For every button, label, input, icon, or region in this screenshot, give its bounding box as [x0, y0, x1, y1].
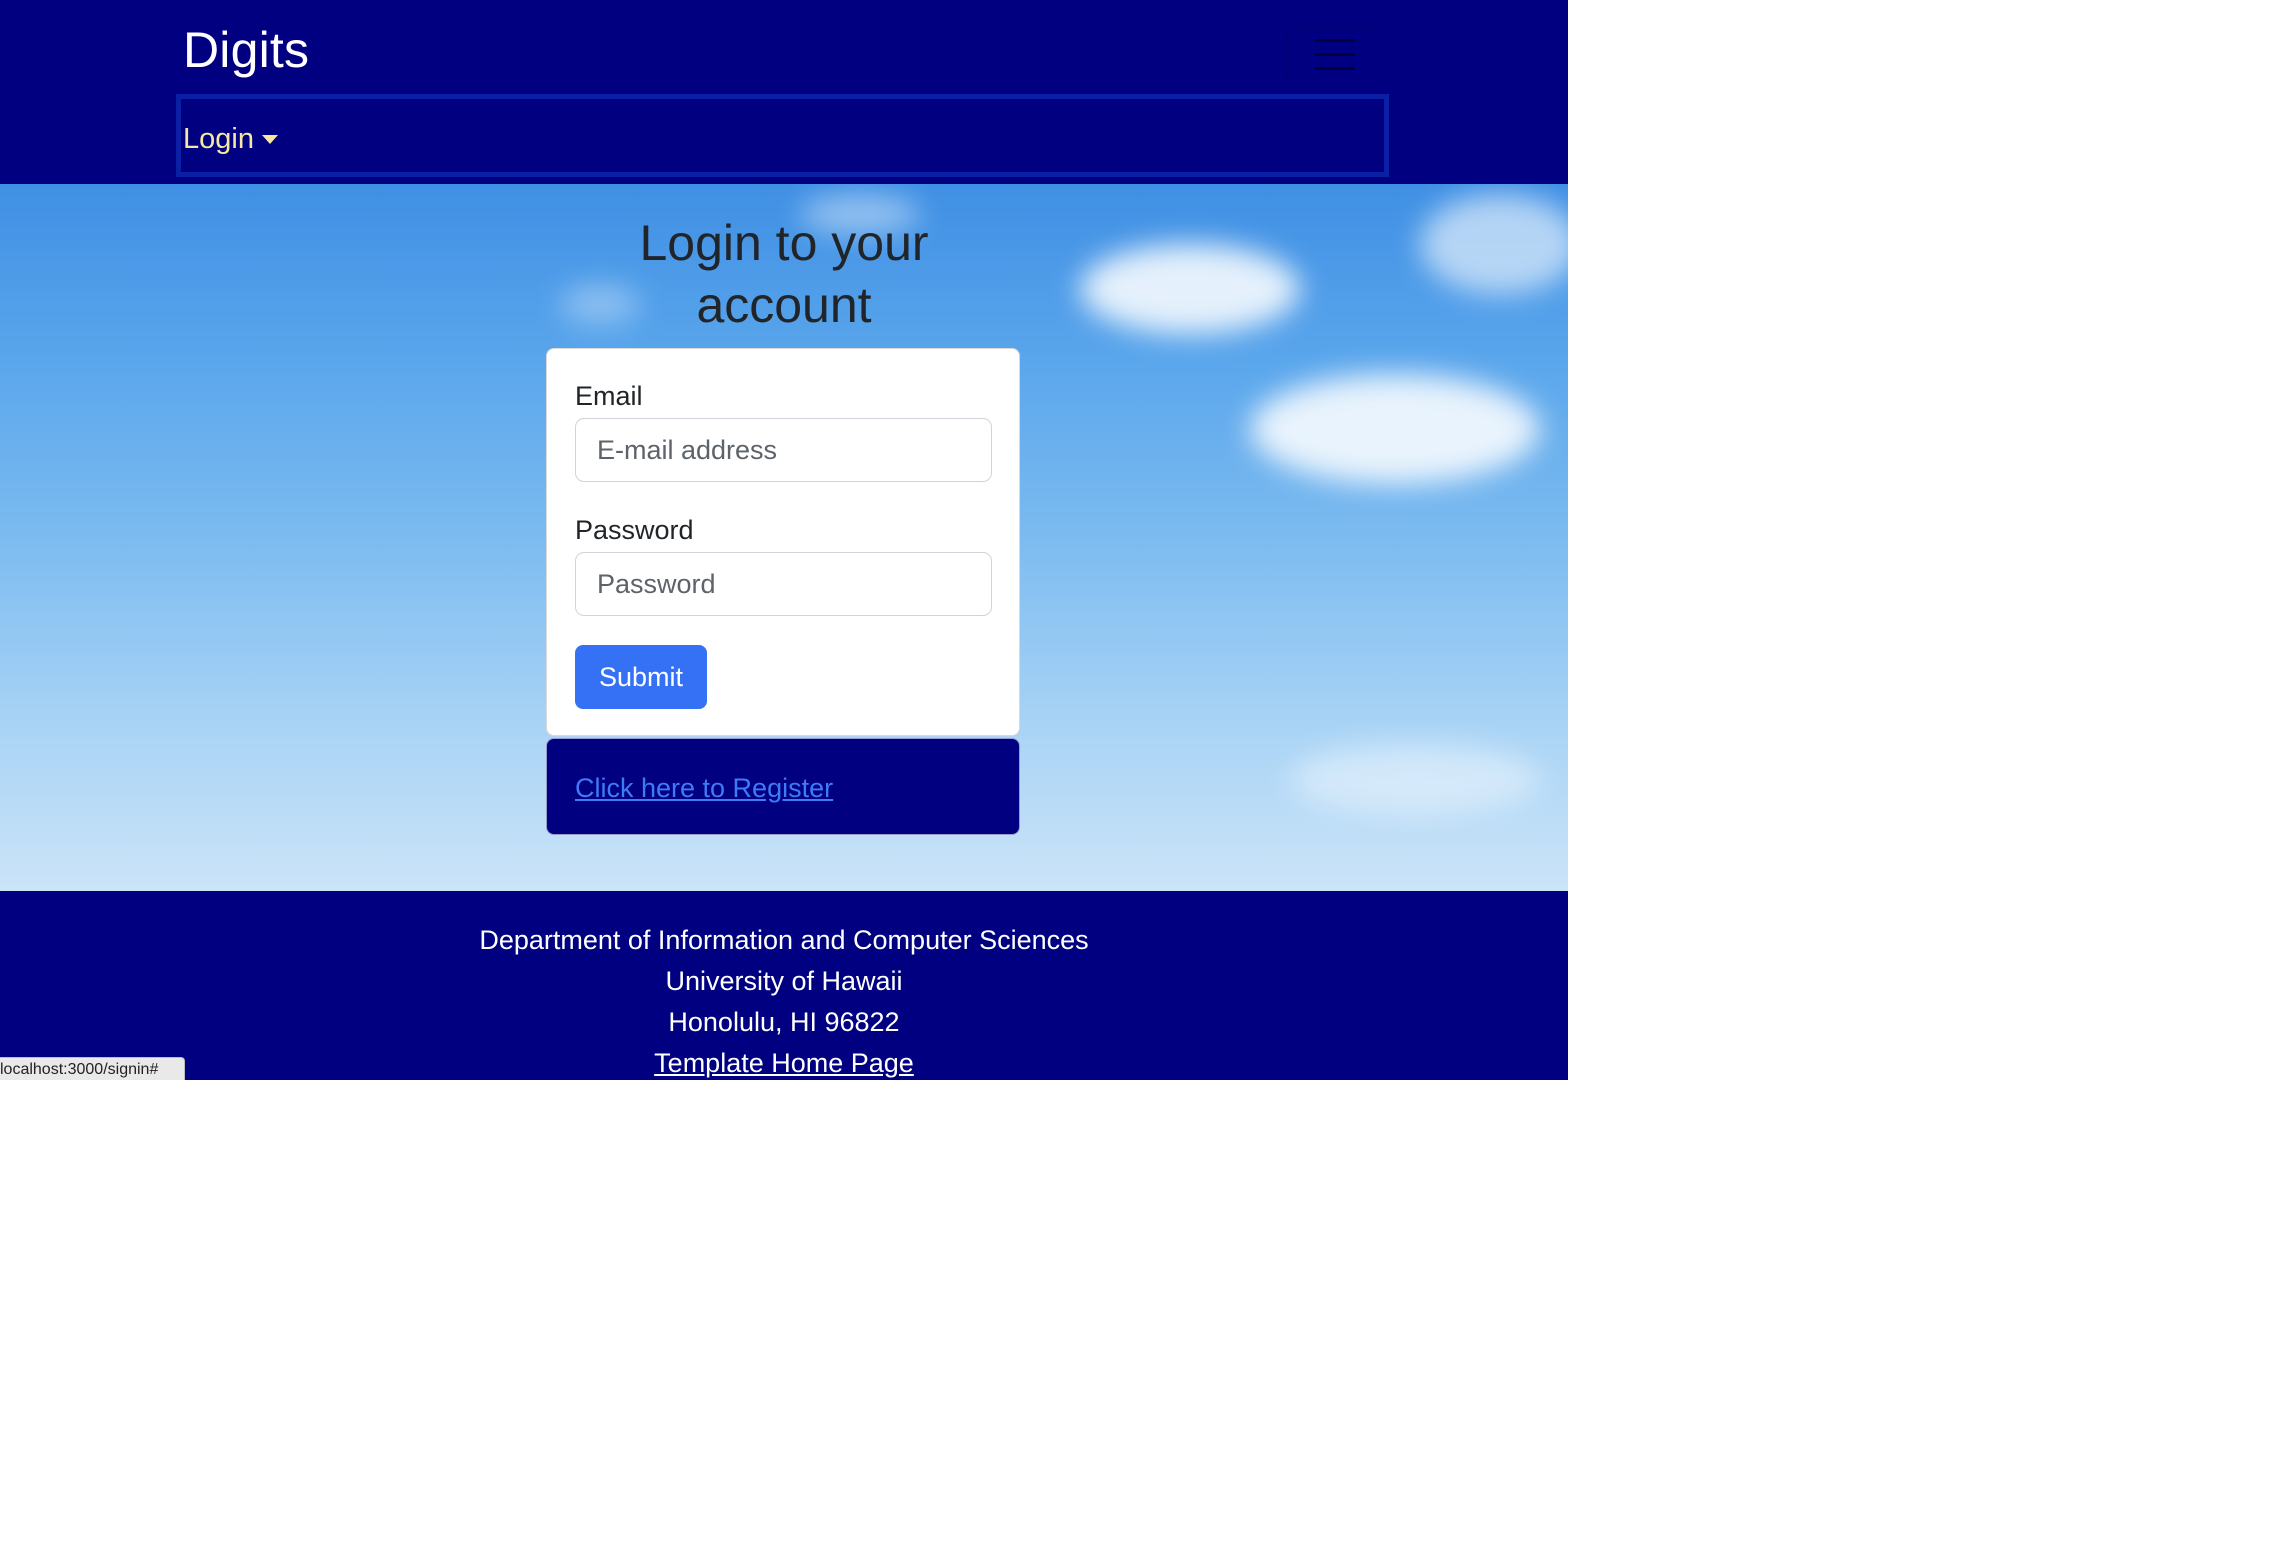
- browser-status-bar: localhost:3000/signin#: [0, 1057, 185, 1080]
- navbar: Digits Login: [0, 0, 1568, 184]
- hamburger-icon-bar: [1315, 67, 1355, 70]
- hamburger-icon-bar: [1315, 39, 1355, 42]
- register-message: Click here to Register: [546, 738, 1020, 835]
- password-label: Password: [575, 515, 694, 545]
- register-link[interactable]: Click here to Register: [575, 771, 833, 805]
- submit-button[interactable]: Submit: [575, 645, 707, 709]
- login-dropdown[interactable]: Login: [183, 119, 278, 159]
- caret-down-icon: [261, 134, 278, 144]
- navbar-toggler-button[interactable]: [1286, 26, 1382, 82]
- login-dropdown-label: Login: [183, 123, 254, 155]
- password-input[interactable]: [575, 552, 992, 616]
- navbar-collapse: Login: [176, 94, 1389, 177]
- footer-department: Department of Information and Computer S…: [479, 925, 1089, 955]
- footer-address: Honolulu, HI 96822: [668, 1007, 900, 1037]
- cloud-decoration: [1250, 374, 1540, 484]
- footer-university: University of Hawaii: [665, 966, 903, 996]
- login-form: Email Password Submit: [546, 348, 1020, 736]
- main-content: Login to your account Email Password Sub…: [0, 184, 1568, 891]
- hamburger-icon-bar: [1315, 53, 1355, 56]
- brand-link[interactable]: Digits: [183, 18, 309, 82]
- page-title: Login to your account: [0, 212, 1568, 336]
- email-input[interactable]: [575, 418, 992, 482]
- status-bar-url: localhost:3000/signin#: [0, 1061, 159, 1078]
- cloud-decoration: [1290, 744, 1540, 814]
- page-title-line1: Login to your: [639, 215, 929, 271]
- page-title-line2: account: [696, 277, 872, 333]
- footer: Department of Information and Computer S…: [0, 891, 1568, 1080]
- email-label: Email: [575, 381, 643, 411]
- template-home-link[interactable]: Template Home Page: [654, 1048, 914, 1078]
